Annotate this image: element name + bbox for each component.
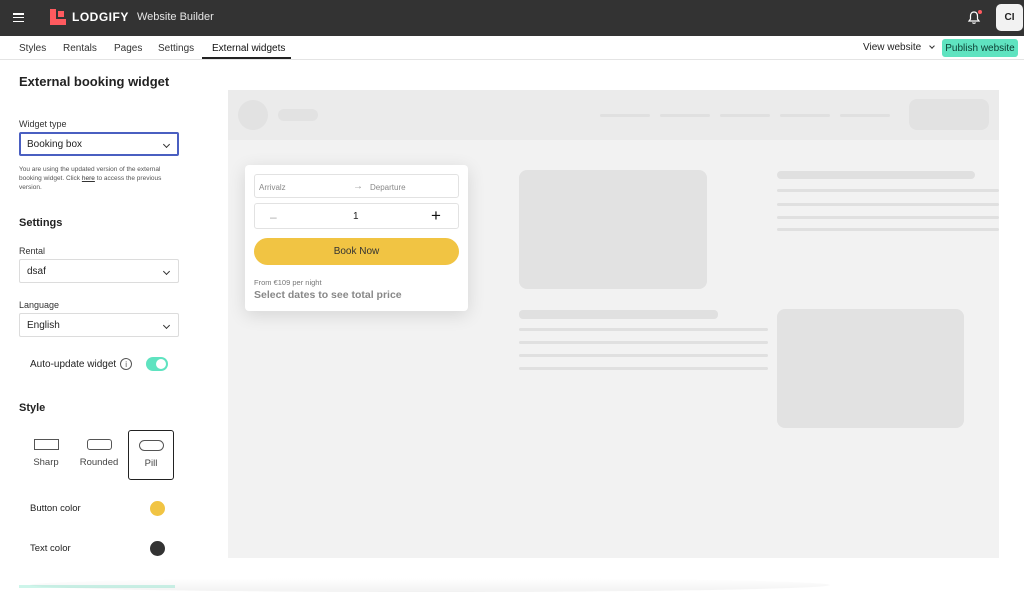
sharp-shape-icon [33,439,59,450]
bottom-shadow [30,578,830,592]
tab-pages[interactable]: Pages [114,43,142,54]
button-color-swatch[interactable] [150,501,165,516]
widget-type-label: Widget type [19,119,67,129]
tab-settings[interactable]: Settings [158,43,194,54]
tab-styles[interactable]: Styles [19,43,46,54]
from-price-text: From €109 per night [254,278,322,287]
style-option-label: Sharp [33,457,59,468]
chevron-down-icon [162,140,171,149]
auto-update-row: Auto-update widget i [30,358,133,370]
placeholder-line [519,341,768,344]
arrow-right-icon: → [353,181,363,192]
panel-title: External booking widget [19,74,170,89]
placeholder-nav [840,114,890,117]
text-color-swatch[interactable] [150,541,165,556]
guest-count: 1 [353,211,359,222]
text-color-label: Text color [30,543,71,554]
style-option-pill[interactable]: Pill [128,430,174,480]
tab-external-widgets[interactable]: External widgets [212,43,285,54]
button-color-label: Button color [30,503,81,514]
view-website-label: View website [863,42,922,53]
auto-update-toggle[interactable] [146,357,168,371]
notification-dot [978,10,982,14]
widget-type-select[interactable]: Booking box [19,132,179,156]
language-value: English [27,320,60,331]
chevron-down-icon [162,321,171,330]
placeholder-line [777,203,999,206]
style-option-rounded[interactable]: Rounded [76,430,122,480]
language-label: Language [19,300,60,310]
settings-heading: Settings [19,217,63,229]
menu-icon[interactable] [13,13,24,23]
placeholder-image [519,170,707,289]
info-icon[interactable]: i [120,358,133,370]
avatar[interactable]: CI [996,4,1023,31]
date-range-picker[interactable]: Arrivalz → Departure [254,174,459,198]
placeholder-line [519,367,768,370]
placeholder-line [777,228,999,231]
rounded-shape-icon [86,439,112,450]
rental-value: dsaf [27,266,46,277]
book-now-button[interactable]: Book Now [254,238,459,265]
style-option-label: Pill [144,458,158,469]
decrease-guests-button[interactable]: – [270,210,277,224]
chevron-down-icon [929,43,935,49]
language-select[interactable]: English [19,313,179,337]
style-heading: Style [19,402,46,414]
placeholder-image [777,309,964,428]
previous-version-link[interactable]: here [82,175,95,182]
placeholder-line [777,216,999,219]
toggle-knob [156,359,166,369]
placeholder-nav [780,114,830,117]
placeholder-line [519,328,768,331]
active-tab-indicator [202,57,291,59]
placeholder-nav [600,114,650,117]
lodgify-logo[interactable]: LODGIFY [50,9,129,25]
view-website-dropdown[interactable]: View website [863,42,935,53]
rental-select[interactable]: dsaf [19,259,179,283]
placeholder-nav [660,114,710,117]
style-option-label: Rounded [79,457,119,468]
guests-stepper: – 1 + [254,203,459,229]
increase-guests-button[interactable]: + [431,206,441,226]
booking-widget: Arrivalz → Departure – 1 + Book Now From… [245,165,468,311]
tabs-bar: Styles Rentals Pages Settings External w… [0,36,1024,60]
publish-website-button[interactable]: Publish website [942,39,1018,57]
pill-shape-icon [138,440,164,451]
logo-text: LODGIFY [72,10,129,24]
version-note: You are using the updated version of the… [19,165,179,192]
website-preview [228,90,999,558]
bell-icon[interactable] [966,10,982,26]
select-dates-text: Select dates to see total price [254,289,402,301]
arrival-field[interactable]: Arrivalz [259,183,286,192]
widget-type-value: Booking box [27,139,83,150]
placeholder-title [777,171,975,179]
auto-update-label: Auto-update widget [30,358,117,370]
placeholder-button [909,99,989,130]
placeholder-line [777,189,999,192]
placeholder-title [519,310,718,319]
placeholder-text [278,109,318,121]
app-title: Website Builder [137,11,214,23]
top-bar: LODGIFY Website Builder CI [0,0,1024,36]
chevron-down-icon [162,267,171,276]
placeholder-nav [720,114,770,117]
placeholder-line [519,354,768,357]
settings-panel: External booking widget Widget type Book… [0,61,198,592]
rental-label: Rental [19,246,46,256]
departure-field[interactable]: Departure [370,183,406,192]
logo-icon [50,9,66,25]
placeholder-logo [238,100,268,130]
placeholder-header [228,90,999,140]
tab-rentals[interactable]: Rentals [63,43,97,54]
style-option-sharp[interactable]: Sharp [23,430,69,480]
